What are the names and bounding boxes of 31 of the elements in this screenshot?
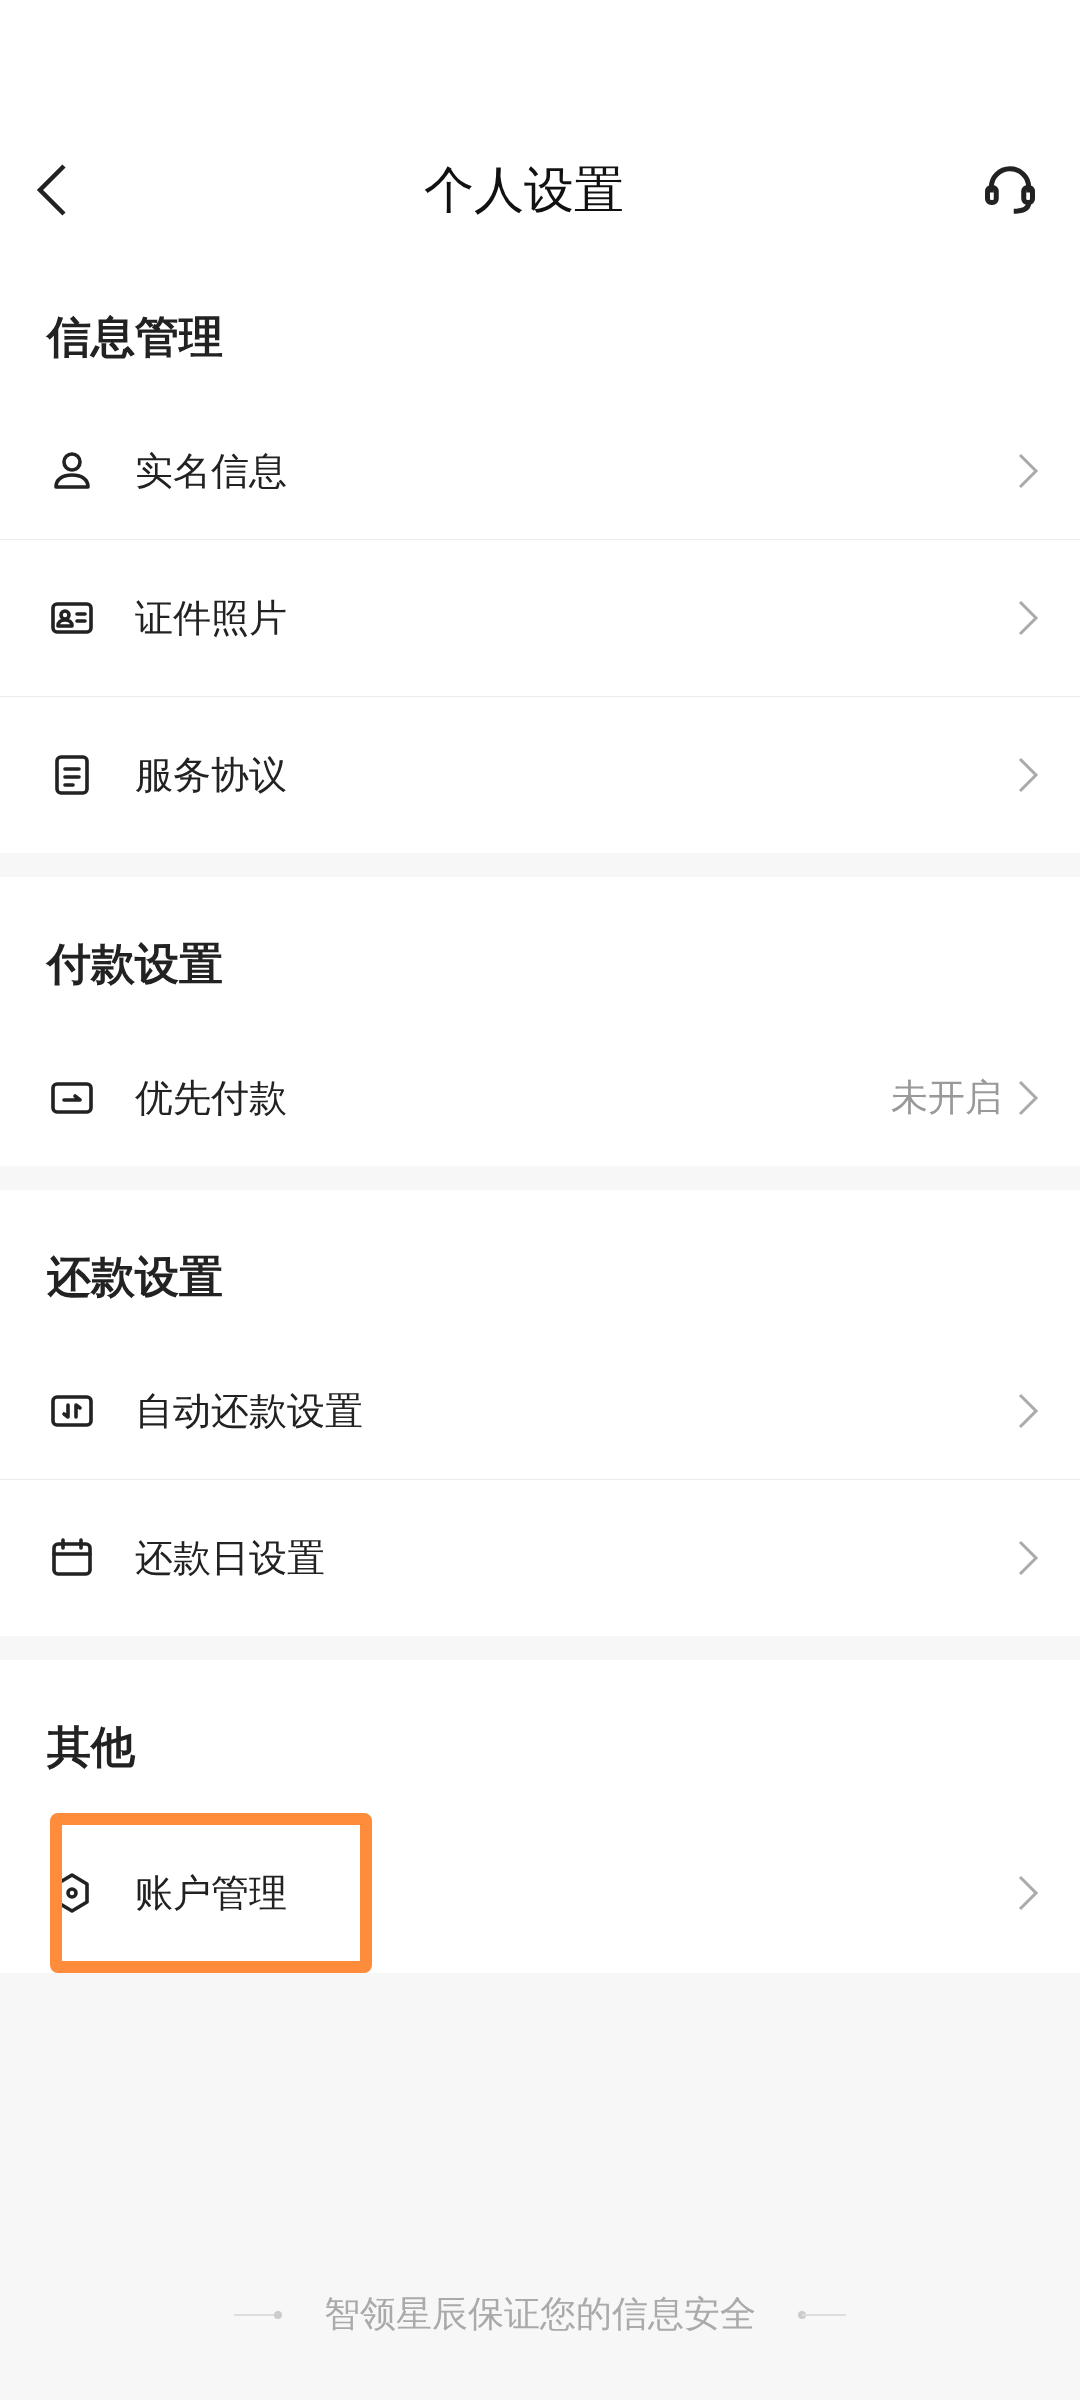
row-label: 服务协议 [135, 751, 288, 799]
section-title: 还款设置 [46, 1250, 224, 1304]
row-label: 账户管理 [135, 1869, 288, 1917]
settings-row[interactable]: 还款日设置 [0, 1479, 1080, 1636]
row-label: 证件照片 [135, 594, 288, 642]
row-label: 优先付款 [135, 1074, 288, 1122]
section-title: 付款设置 [45, 937, 224, 991]
settings-row[interactable]: 优先付款 未开启 [0, 1030, 1080, 1166]
divider-icon [796, 2308, 846, 2321]
section-title: 其他 [46, 1720, 136, 1774]
footer-text: 智领星辰保证您的信息安全 [324, 2292, 756, 2336]
settings-row[interactable]: 证件照片 [0, 539, 1080, 696]
chevron-icon [1016, 755, 1040, 795]
row-label: 实名信息 [135, 447, 288, 495]
settings-row[interactable]: 自动还款设置 [0, 1343, 1080, 1479]
settings-row[interactable]: 实名信息 [0, 403, 1080, 539]
back-icon[interactable] [36, 162, 68, 218]
chevron-icon [1016, 451, 1040, 491]
row-label: 还款日设置 [135, 1534, 326, 1582]
settings-row[interactable]: 服务协议 [0, 696, 1080, 853]
page-title: 个人设置 [424, 159, 624, 221]
settings-row[interactable]: 账户管理 [0, 1813, 1080, 1973]
divider-icon [234, 2308, 284, 2321]
row-value: 未开启 [891, 1075, 1002, 1121]
chevron-icon [1016, 1538, 1040, 1578]
chevron-icon [1016, 1873, 1040, 1913]
section-title: 信息管理 [45, 310, 224, 364]
row-label: 自动还款设置 [135, 1387, 364, 1435]
chevron-icon [1016, 1391, 1040, 1431]
chevron-icon [1016, 1078, 1040, 1118]
chevron-icon [1016, 598, 1040, 638]
